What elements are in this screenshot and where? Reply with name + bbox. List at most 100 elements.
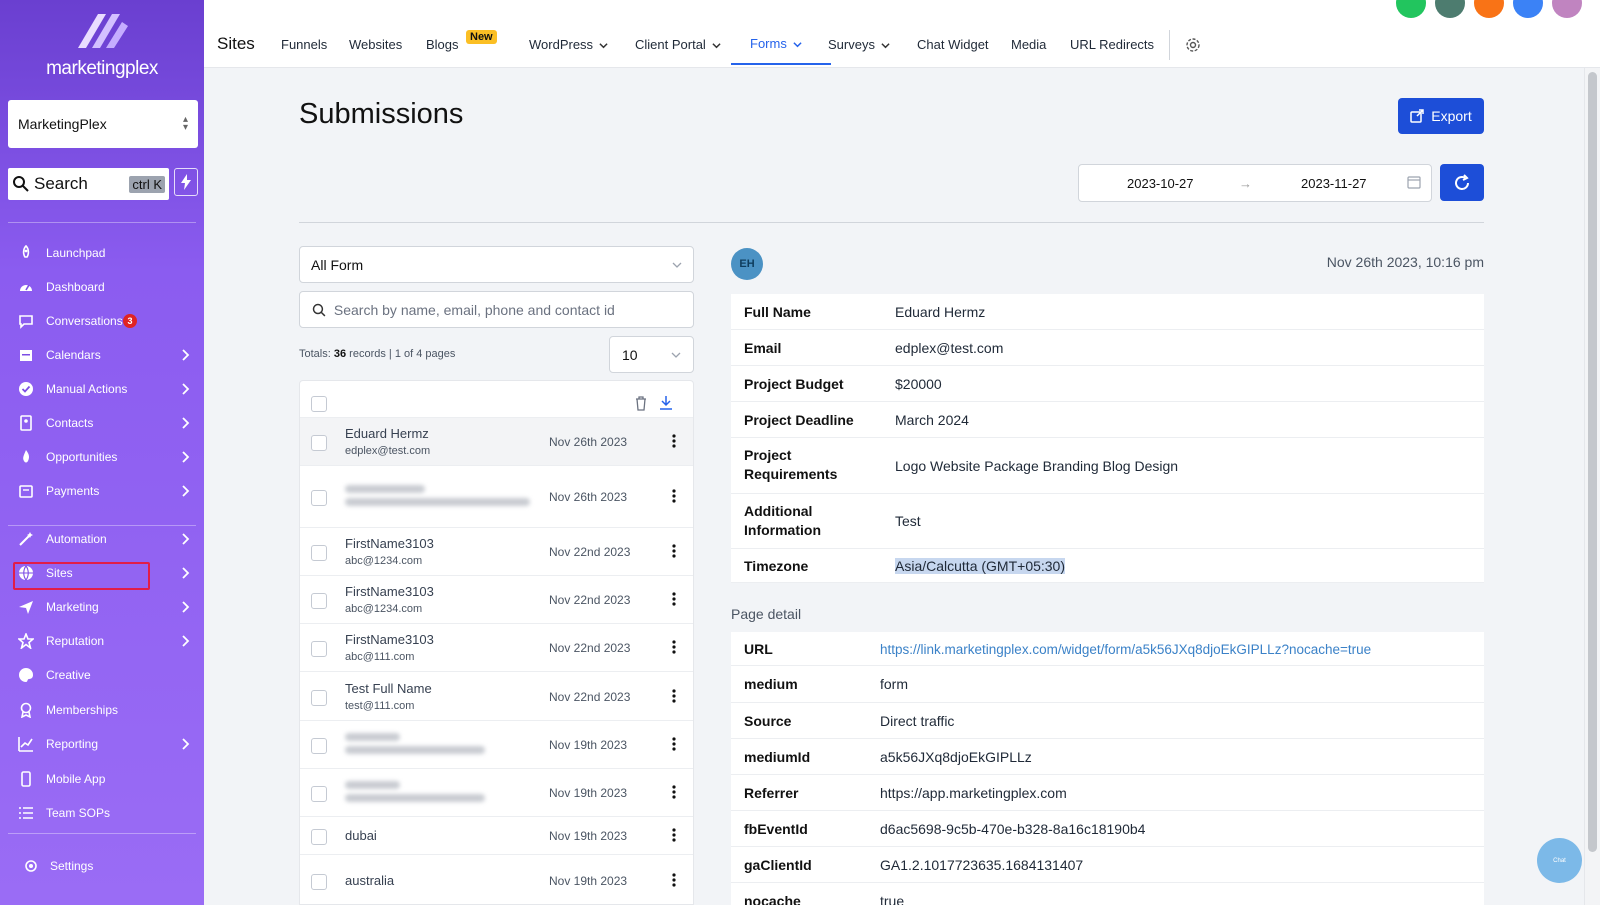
chevron-right-icon[interactable] (180, 451, 190, 463)
sidebar-item-team-sops[interactable]: Team SOPs (0, 798, 204, 828)
sidebar-item-memberships[interactable]: Memberships (0, 695, 204, 725)
sidebar-item-automation[interactable]: Automation (0, 524, 204, 554)
more-options-icon[interactable] (672, 737, 676, 751)
tab-client-portal[interactable]: Client Portal (635, 37, 721, 52)
date-range-picker[interactable]: 2023-10-27 → 2023-11-27 (1078, 164, 1432, 202)
row-checkbox[interactable] (311, 641, 327, 657)
refresh-button[interactable] (1440, 164, 1484, 201)
row-checkbox[interactable] (311, 689, 327, 706)
row-checkbox[interactable] (311, 874, 327, 890)
table-row[interactable]: FirstName3103 abc@1234.com Nov 22nd 2023 (300, 527, 693, 575)
sidebar-item-manual-actions[interactable]: Manual Actions (0, 374, 204, 404)
form-select[interactable]: All Form (299, 246, 694, 283)
help-icon[interactable] (1513, 0, 1543, 18)
sidebar-item-reporting[interactable]: Reporting (0, 729, 204, 759)
totals-text: Totals: 36 records | 1 of 4 pages (299, 348, 455, 360)
more-options-icon[interactable] (672, 873, 676, 887)
row-checkbox[interactable] (311, 490, 327, 506)
tab-websites[interactable]: Websites (349, 37, 402, 52)
settings-gear-icon[interactable] (1184, 36, 1202, 54)
date-start[interactable]: 2023-10-27 (1127, 176, 1194, 191)
notification-bell-icon[interactable] (1474, 0, 1504, 18)
section-title: Sites (217, 34, 255, 53)
more-options-icon[interactable] (672, 489, 676, 503)
sidebar-search[interactable]: Search ctrl K (8, 168, 169, 200)
row-checkbox[interactable] (311, 786, 327, 802)
tab-media[interactable]: Media (1011, 37, 1046, 52)
sidebar-item-mobile-app[interactable]: Mobile App (0, 764, 204, 794)
row-checkbox[interactable] (311, 435, 327, 451)
table-row[interactable]: Nov 19th 2023 (300, 720, 693, 768)
quick-actions-button[interactable] (174, 168, 198, 196)
download-icon[interactable] (659, 395, 673, 411)
table-row[interactable]: FirstName3103 abc@1234.com Nov 22nd 2023 (300, 575, 693, 623)
table-row[interactable]: australia Nov 19th 2023 (300, 854, 693, 904)
row-checkbox[interactable] (311, 829, 327, 845)
tab-blogs[interactable]: Blogs (426, 37, 459, 52)
row-checkbox[interactable] (311, 738, 327, 754)
more-options-icon[interactable] (672, 434, 676, 448)
chevron-right-icon[interactable] (180, 383, 190, 395)
chevron-right-icon[interactable] (180, 485, 190, 497)
field-label: Project Budget (744, 375, 844, 392)
export-button[interactable]: Export (1398, 98, 1484, 134)
chevron-right-icon[interactable] (180, 349, 190, 361)
trash-icon[interactable] (634, 395, 648, 411)
tab-funnels[interactable]: Funnels (281, 37, 327, 52)
table-row[interactable]: Test Full Name test@111.com Nov 22nd 2023 (300, 671, 693, 720)
sidebar-item-dashboard[interactable]: Dashboard (0, 272, 204, 302)
sidebar-item-opportunities[interactable]: Opportunities (0, 442, 204, 472)
sidebar-item-calendars[interactable]: Calendars (0, 340, 204, 370)
tab-wordpress[interactable]: WordPress (529, 37, 608, 52)
scrollbar[interactable] (1584, 68, 1600, 905)
sidebar-item-conversations[interactable]: Conversations 3 (0, 306, 204, 336)
page-detail-label: Referrer (744, 784, 799, 801)
more-options-icon[interactable] (672, 828, 676, 842)
page-url-link[interactable]: https://link.marketingplex.com/widget/fo… (880, 640, 1371, 659)
scrollbar-thumb[interactable] (1588, 72, 1597, 852)
sidebar-item-settings[interactable]: Settings (0, 851, 204, 881)
more-options-icon[interactable] (672, 544, 676, 558)
sidebar-item-reputation[interactable]: Reputation (0, 626, 204, 656)
megaphone-icon[interactable] (1435, 0, 1465, 18)
phone-call-icon[interactable] (1396, 0, 1426, 18)
more-options-icon[interactable] (672, 640, 676, 654)
more-options-icon[interactable] (672, 592, 676, 606)
sidebar-item-marketing[interactable]: Marketing (0, 592, 204, 622)
account-switcher[interactable]: MarketingPlex ▴ ▾ (8, 100, 198, 148)
search-input[interactable] (333, 301, 681, 318)
table-row[interactable]: Nov 19th 2023 (300, 768, 693, 816)
select-all-checkbox[interactable] (311, 396, 327, 412)
tab-forms[interactable]: Forms (750, 36, 802, 51)
wand-icon (19, 532, 33, 546)
table-row[interactable]: Nov 26th 2023 (300, 465, 693, 527)
row-checkbox[interactable] (311, 593, 327, 609)
user-avatar[interactable] (1552, 0, 1582, 18)
chevron-right-icon[interactable] (180, 417, 190, 429)
chevron-right-icon[interactable] (180, 738, 190, 750)
tab-url-redirects[interactable]: URL Redirects (1070, 37, 1154, 52)
table-row[interactable]: Eduard Hermz edplex@test.com Nov 26th 2023 (300, 417, 693, 465)
submission-date: Nov 22nd 2023 (549, 641, 631, 655)
chevron-right-icon[interactable] (180, 635, 190, 647)
table-row[interactable]: FirstName3103 abc@111.com Nov 22nd 2023 (300, 623, 693, 671)
table-row[interactable]: dubai Nov 19th 2023 (300, 816, 693, 854)
more-options-icon[interactable] (672, 688, 676, 703)
sidebar-item-creative[interactable]: Creative (0, 660, 204, 690)
field-row-project-requirements: Project Requirements Logo Website Package… (731, 438, 1484, 494)
chat-widget-button[interactable]: Chat (1537, 838, 1582, 883)
per-page-select[interactable]: 10 (609, 336, 694, 373)
more-options-icon[interactable] (672, 785, 676, 799)
chevron-right-icon[interactable] (180, 567, 190, 579)
sidebar-item-contacts[interactable]: Contacts (0, 408, 204, 438)
tab-surveys[interactable]: Surveys (828, 37, 890, 52)
sidebar-item-payments[interactable]: Payments (0, 476, 204, 506)
tab-chat-widget[interactable]: Chat Widget (917, 37, 989, 52)
sidebar-item-launchpad[interactable]: Launchpad (0, 238, 204, 268)
date-end[interactable]: 2023-11-27 (1301, 176, 1367, 191)
row-checkbox[interactable] (311, 545, 327, 561)
submission-search[interactable] (299, 291, 694, 328)
chevron-right-icon[interactable] (180, 533, 190, 545)
chevron-right-icon[interactable] (180, 601, 190, 613)
sidebar-item-label: Reputation (46, 634, 105, 648)
